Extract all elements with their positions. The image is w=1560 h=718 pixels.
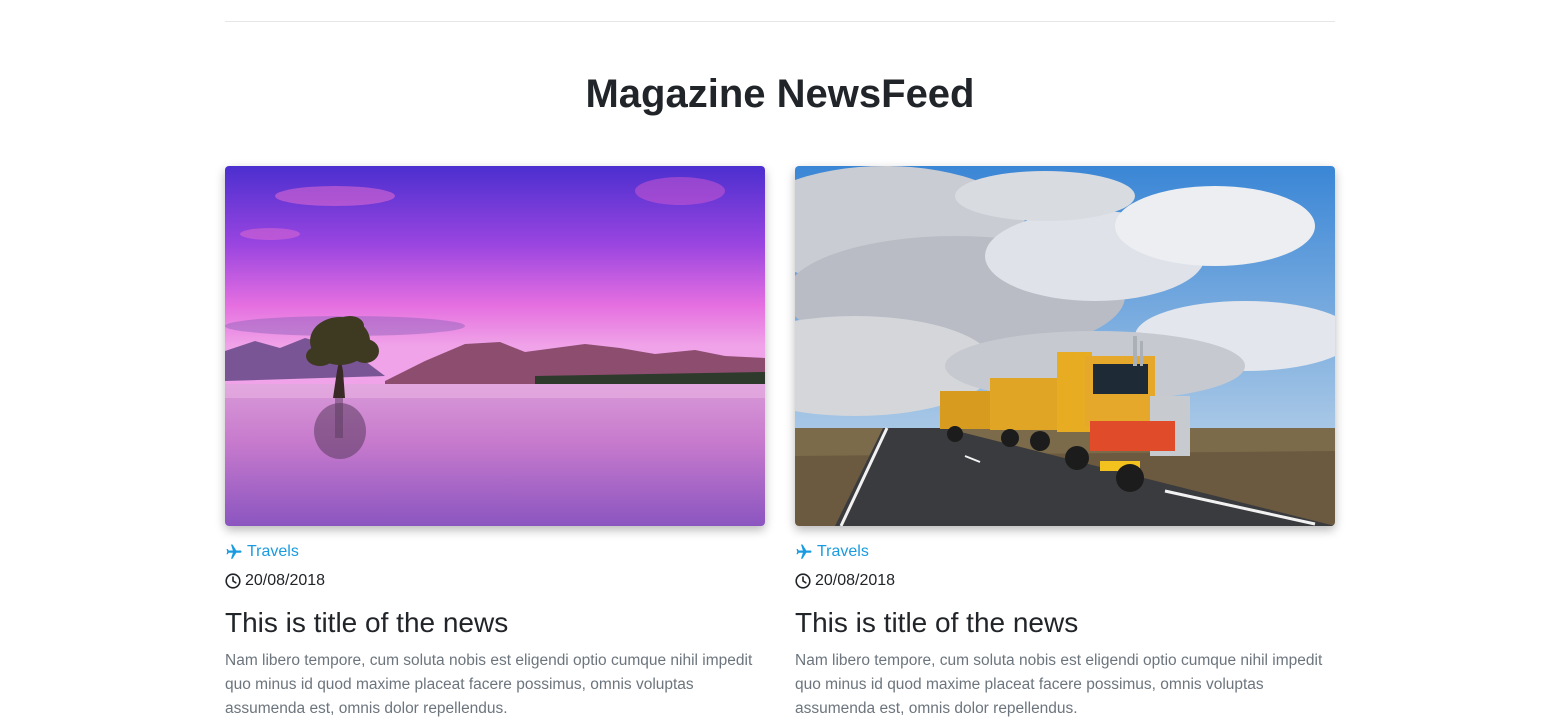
news-image-truck[interactable] xyxy=(795,166,1335,526)
news-card: Travels 20/08/2018 This is title of the … xyxy=(225,166,765,718)
category-label: Travels xyxy=(817,543,869,560)
plane-icon xyxy=(795,543,813,561)
news-body: Nam libero tempore, cum soluta nobis est… xyxy=(795,652,1323,717)
category-link[interactable]: Travels xyxy=(225,542,765,562)
date-row: 20/08/2018 xyxy=(795,571,1335,591)
category-label: Travels xyxy=(247,543,299,560)
news-image-lake[interactable] xyxy=(225,166,765,526)
clock-icon xyxy=(225,573,241,589)
page-title: Magazine NewsFeed xyxy=(585,72,975,116)
top-divider xyxy=(225,21,1335,22)
news-body: Nam libero tempore, cum soluta nobis est… xyxy=(225,652,753,717)
date-text: 20/08/2018 xyxy=(815,572,896,589)
newsfeed-page: Magazine NewsFeed Travels 20/08/2018 Thi… xyxy=(0,0,1560,718)
plane-icon xyxy=(225,543,243,561)
clock-icon xyxy=(795,573,811,589)
date-row: 20/08/2018 xyxy=(225,571,765,591)
news-title[interactable]: This is title of the news xyxy=(795,605,1335,641)
category-link[interactable]: Travels xyxy=(795,542,1335,562)
news-card: Travels 20/08/2018 This is title of the … xyxy=(795,166,1335,718)
news-title[interactable]: This is title of the news xyxy=(225,605,765,641)
date-text: 20/08/2018 xyxy=(245,572,326,589)
